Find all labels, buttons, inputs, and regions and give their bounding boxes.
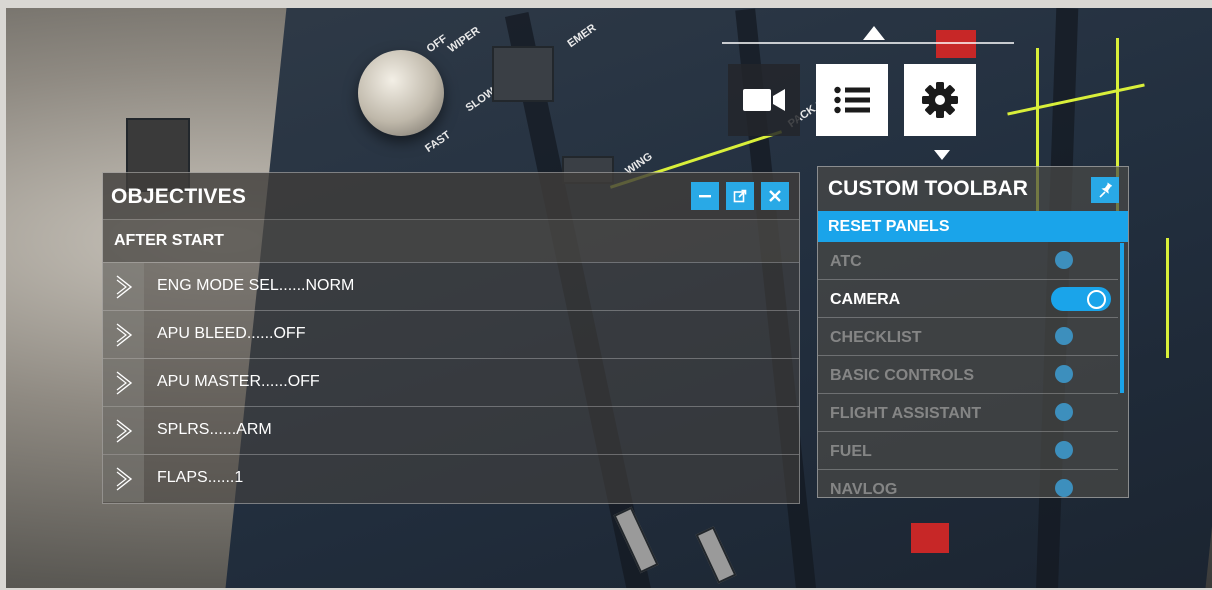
popout-button[interactable] bbox=[726, 182, 754, 210]
custom-toolbar-panel: CUSTOM TOOLBAR RESET PANELS ATC CAMERA C… bbox=[817, 166, 1129, 498]
scrollbar[interactable] bbox=[1120, 243, 1124, 393]
toolbar-item-label: NAVLOG bbox=[830, 481, 898, 498]
expand-cell[interactable] bbox=[103, 263, 144, 310]
toggle-off[interactable] bbox=[1055, 327, 1073, 345]
menu-button[interactable] bbox=[816, 64, 888, 136]
toolbar-collapse-caret[interactable] bbox=[863, 26, 885, 40]
objective-item[interactable]: ENG MODE SEL......NORM bbox=[103, 262, 799, 310]
toolbar-item-checklist[interactable]: CHECKLIST bbox=[818, 318, 1118, 356]
toolbar-item-flight-assistant[interactable]: FLIGHT ASSISTANT bbox=[818, 394, 1118, 432]
expand-cell[interactable] bbox=[103, 407, 144, 454]
toggle-off[interactable] bbox=[1055, 479, 1073, 497]
reset-panels-button[interactable]: RESET PANELS bbox=[818, 211, 1128, 242]
objective-item[interactable]: SPLRS......ARM bbox=[103, 406, 799, 454]
objectives-title: OBJECTIVES bbox=[111, 185, 247, 208]
minimize-button[interactable] bbox=[691, 182, 719, 210]
custom-toolbar-header: CUSTOM TOOLBAR bbox=[818, 167, 1128, 211]
toggle-off[interactable] bbox=[1055, 251, 1073, 269]
camera-button[interactable] bbox=[728, 64, 800, 136]
panel-line bbox=[1166, 238, 1169, 358]
pin-button[interactable] bbox=[1091, 177, 1119, 203]
objectives-header[interactable]: OBJECTIVES bbox=[103, 173, 799, 219]
toggle-off[interactable] bbox=[1055, 403, 1073, 421]
toolbar-item-list: ATC CAMERA CHECKLIST BASIC CONTROLS FLIG… bbox=[818, 242, 1118, 498]
expand-cell[interactable] bbox=[103, 359, 144, 406]
close-button[interactable] bbox=[761, 182, 789, 210]
toolbar-item-label: FUEL bbox=[830, 443, 872, 460]
toolbar-item-atc[interactable]: ATC bbox=[818, 242, 1118, 280]
chevron-right-icon bbox=[116, 466, 132, 491]
objective-item[interactable]: FLAPS......1 bbox=[103, 454, 799, 502]
objectives-section: AFTER START bbox=[103, 219, 799, 262]
toolbar-item-label: CHECKLIST bbox=[830, 329, 922, 346]
toolbar-divider bbox=[722, 42, 1014, 44]
objective-item[interactable]: APU BLEED......OFF bbox=[103, 310, 799, 358]
pin-icon bbox=[1099, 182, 1112, 198]
objective-text: APU BLEED......OFF bbox=[157, 325, 306, 342]
settings-pointer bbox=[934, 150, 950, 160]
toolbar-item-label: FLIGHT ASSISTANT bbox=[830, 405, 982, 422]
objective-text: APU MASTER......OFF bbox=[157, 373, 320, 390]
chevron-right-icon bbox=[116, 370, 132, 395]
objective-item[interactable]: APU MASTER......OFF bbox=[103, 358, 799, 406]
custom-toolbar-title: CUSTOM TOOLBAR bbox=[828, 177, 1028, 200]
expand-cell[interactable] bbox=[103, 455, 144, 502]
toggle-knob bbox=[1087, 290, 1106, 309]
chevron-right-icon bbox=[116, 322, 132, 347]
chevron-right-icon bbox=[116, 274, 132, 299]
toolbar-item-navlog[interactable]: NAVLOG bbox=[818, 470, 1118, 498]
minimize-icon bbox=[699, 195, 711, 198]
toolbar-item-camera[interactable]: CAMERA bbox=[818, 280, 1118, 318]
toolbar-item-label: ATC bbox=[830, 253, 862, 270]
objective-text: SPLRS......ARM bbox=[157, 421, 272, 438]
objective-text: FLAPS......1 bbox=[157, 469, 244, 486]
video-camera-icon bbox=[743, 89, 785, 111]
toggle-off[interactable] bbox=[1055, 365, 1073, 383]
settings-button[interactable] bbox=[904, 64, 976, 136]
reset-panels-label: RESET PANELS bbox=[828, 218, 950, 235]
toggle-on[interactable] bbox=[1051, 287, 1111, 311]
guard-cover bbox=[936, 30, 976, 58]
toolbar-item-label: CAMERA bbox=[830, 291, 901, 308]
chevron-right-icon bbox=[116, 418, 132, 443]
toggle-off[interactable] bbox=[1055, 441, 1073, 459]
wiper-knob bbox=[358, 50, 444, 136]
list-menu-icon bbox=[834, 86, 870, 114]
toolbar-item-basic-controls[interactable]: BASIC CONTROLS bbox=[818, 356, 1118, 394]
emer-switch bbox=[492, 46, 554, 102]
toolbar-item-fuel[interactable]: FUEL bbox=[818, 432, 1118, 470]
guard-cover bbox=[911, 523, 949, 553]
external-window-icon bbox=[733, 189, 747, 203]
objective-text: ENG MODE SEL......NORM bbox=[157, 277, 355, 294]
expand-cell[interactable] bbox=[103, 311, 144, 358]
close-icon bbox=[769, 190, 781, 202]
objectives-panel: OBJECTIVES AFTER START ENG MODE SEL.....… bbox=[102, 172, 800, 504]
section-title: AFTER START bbox=[114, 232, 224, 249]
gear-icon bbox=[922, 82, 958, 118]
toolbar-item-label: BASIC CONTROLS bbox=[830, 367, 974, 384]
